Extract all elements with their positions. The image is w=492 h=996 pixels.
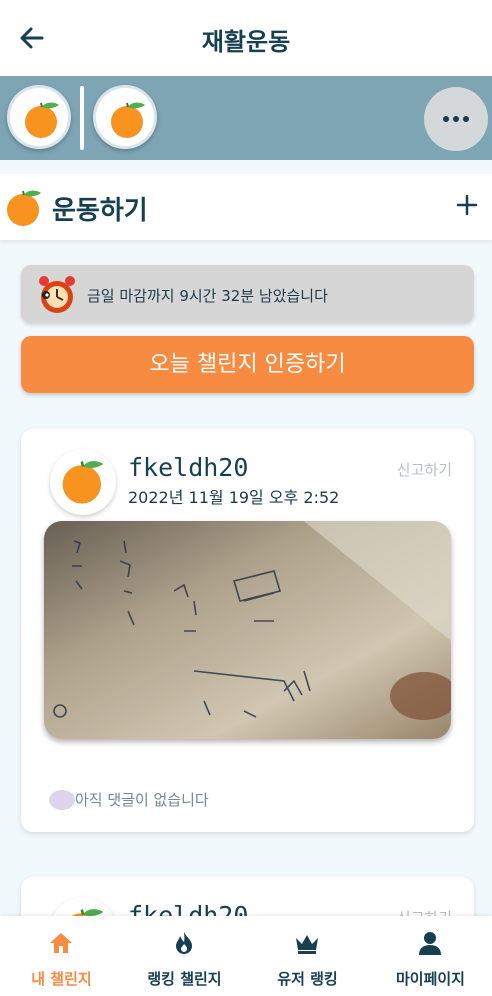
tab-label: 마이페이지 <box>395 970 465 988</box>
more-horizontal-icon <box>443 116 449 122</box>
comment-status: 아직 댓글이 없습니다 <box>49 789 209 810</box>
chip-divider <box>80 86 84 150</box>
certify-challenge-button[interactable]: 오늘 챌린지 인증하기 <box>21 336 474 393</box>
deadline-banner: 금일 마감까지 9시간 32분 남았습니다 <box>21 265 474 323</box>
tab-label: 랭킹 챌린지 <box>147 970 222 988</box>
no-comments-text: 아직 댓글이 없습니다 <box>75 791 209 809</box>
more-button[interactable] <box>424 87 488 151</box>
person-icon <box>419 932 441 955</box>
avatar[interactable] <box>50 449 116 515</box>
orange-icon <box>7 190 41 226</box>
orange-icon <box>111 102 145 138</box>
page-title: 재활운동 <box>201 28 291 56</box>
home-icon <box>50 933 72 953</box>
plus-icon[interactable] <box>454 192 480 218</box>
post-card: fkeldh20 2022년 11월 19일 오후 2:52 신고하기 아직 댓… <box>21 429 474 832</box>
bottom-tab-bar: 내 챌린지 랭킹 챌린지 유저 랭킹 마이페이지 <box>0 916 492 996</box>
post-date: 2022년 11월 19일 오후 2:52 <box>128 488 340 507</box>
challenge-chip[interactable] <box>7 85 71 149</box>
notebook-photo <box>44 521 451 739</box>
tab-ranking-challenge[interactable]: 랭킹 챌린지 <box>123 916 246 996</box>
flame-icon <box>176 932 192 954</box>
tab-label: 내 챌린지 <box>31 970 92 988</box>
speech-bubble-icon <box>49 789 75 810</box>
deadline-text: 금일 마감까지 9시간 32분 남았습니다 <box>87 287 328 305</box>
alarm-clock-icon <box>39 276 75 313</box>
crown-icon <box>296 935 318 954</box>
report-button[interactable]: 신고하기 <box>397 459 452 480</box>
tab-my-page[interactable]: 마이페이지 <box>369 916 492 996</box>
tab-my-challenge[interactable]: 내 챌린지 <box>0 916 123 996</box>
challenge-chip[interactable] <box>93 85 157 149</box>
section-title: 운동하기 <box>52 196 148 226</box>
challenge-section-header: 운동하기 <box>0 174 492 240</box>
tab-label: 유저 랭킹 <box>277 970 338 988</box>
post-photo[interactable] <box>44 521 451 739</box>
app-header: 재활운동 <box>0 0 492 76</box>
orange-icon <box>25 102 59 138</box>
challenge-strip <box>0 76 492 160</box>
orange-icon <box>62 461 104 504</box>
post-username[interactable]: fkeldh20 <box>128 453 248 482</box>
tab-user-ranking[interactable]: 유저 랭킹 <box>246 916 369 996</box>
